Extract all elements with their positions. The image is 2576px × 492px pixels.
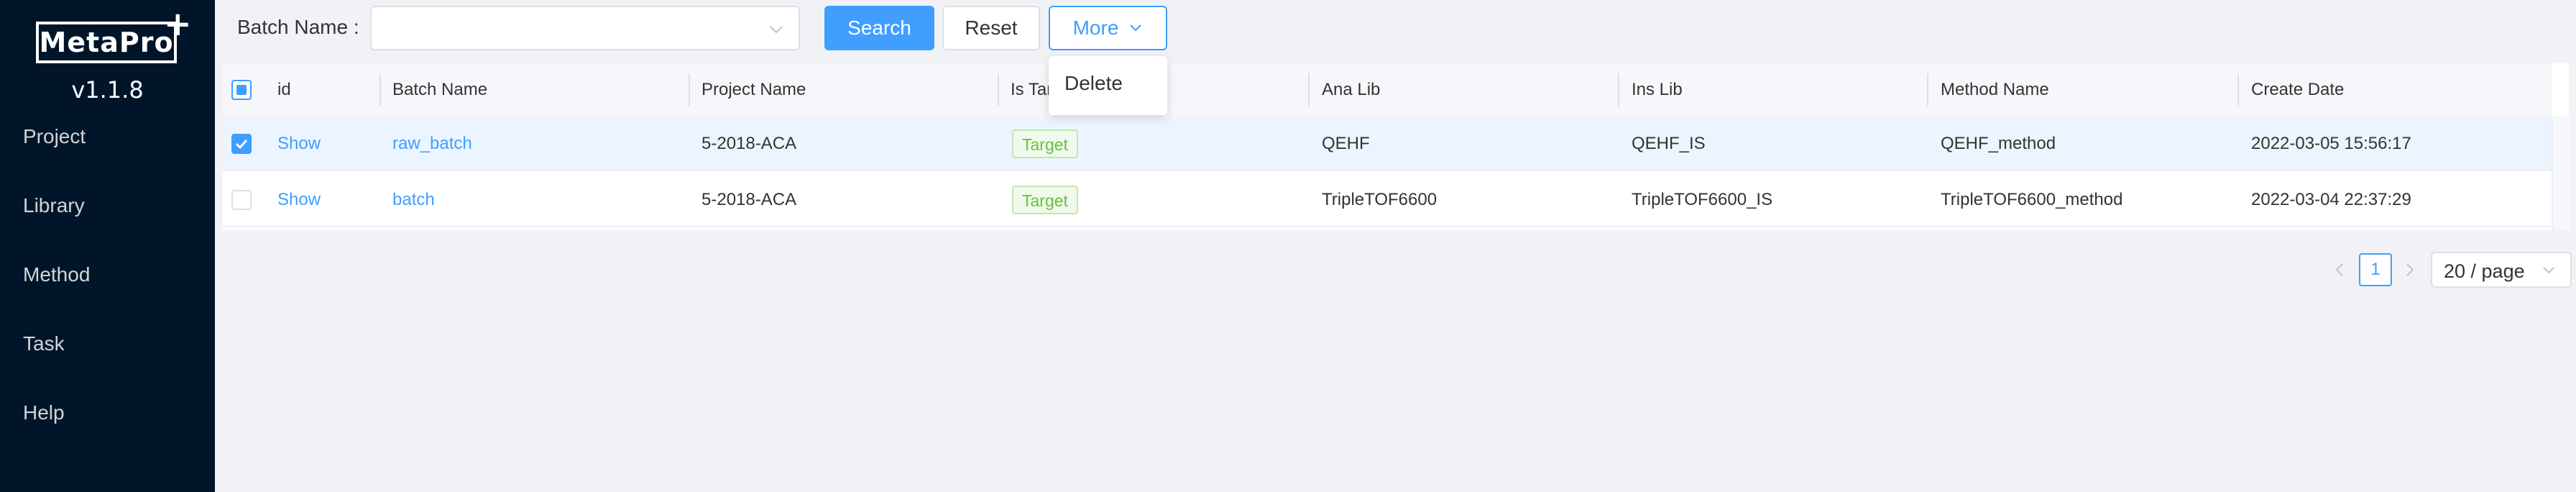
- create-date-cell: 2022-03-04 22:37:29: [2251, 190, 2411, 209]
- sidebar-item-method[interactable]: Method: [23, 263, 90, 286]
- column-header-method-name: Method Name: [1941, 80, 2049, 99]
- more-button[interactable]: More: [1049, 6, 1167, 50]
- more-dropdown-menu: Delete: [1049, 56, 1167, 115]
- page-size-value: 20 / page: [2444, 260, 2525, 282]
- ins-lib-cell: QEHF_IS: [1632, 134, 1706, 153]
- column-header-ana-lib: Ana Lib: [1322, 80, 1381, 99]
- column-header-id: id: [277, 80, 291, 99]
- page-number-button[interactable]: 1: [2359, 253, 2392, 286]
- app-logo: MetaPro: [36, 22, 177, 63]
- row-checkbox[interactable]: [231, 134, 252, 154]
- page-size-select[interactable]: 20 / page: [2431, 252, 2572, 288]
- row-checkbox[interactable]: [231, 190, 252, 210]
- table-scrollbar[interactable]: [2552, 117, 2570, 230]
- column-header-ins-lib: Ins Lib: [1632, 80, 1683, 99]
- column-divider: [689, 73, 690, 106]
- sidebar: MetaPro + v1.1.8 Project Library Method …: [0, 0, 215, 492]
- chevron-left-icon[interactable]: [2333, 262, 2346, 278]
- column-header-create-date: Create Date: [2251, 80, 2345, 99]
- sidebar-item-task[interactable]: Task: [23, 332, 65, 355]
- create-date-cell: 2022-03-05 15:56:17: [2251, 134, 2411, 153]
- delete-menu-item[interactable]: Delete: [1064, 72, 1123, 95]
- batch-name-link[interactable]: raw_batch: [392, 117, 472, 171]
- chevron-down-icon: [2543, 267, 2554, 274]
- batch-name-select[interactable]: [370, 6, 800, 50]
- target-tag: Target: [1012, 129, 1078, 158]
- project-name-cell: 5-2018-ACA: [702, 134, 797, 153]
- table-row[interactable]: Show batch 5-2018-ACA Target TripleTOF66…: [223, 173, 2552, 227]
- logo-plus: +: [164, 4, 192, 43]
- show-link[interactable]: Show: [277, 117, 321, 171]
- column-divider: [1618, 73, 1619, 106]
- reset-button[interactable]: Reset: [942, 6, 1040, 50]
- chevron-down-icon: [770, 26, 783, 34]
- project-name-cell: 5-2018-ACA: [702, 190, 797, 209]
- column-divider: [2237, 73, 2239, 106]
- sidebar-item-help[interactable]: Help: [23, 401, 65, 424]
- search-button[interactable]: Search: [824, 6, 934, 50]
- ana-lib-cell: TripleTOF6600: [1322, 190, 1438, 209]
- column-header-batch-name: Batch Name: [392, 80, 488, 99]
- batch-name-label: Batch Name :: [237, 16, 359, 38]
- table-header: id Batch Name Project Name Is Target Ana…: [223, 63, 2552, 118]
- target-tag: Target: [1012, 186, 1078, 214]
- table-row[interactable]: Show raw_batch 5-2018-ACA Target QEHF QE…: [223, 117, 2552, 171]
- chevron-down-icon: [1130, 24, 1142, 32]
- ana-lib-cell: QEHF: [1322, 134, 1370, 153]
- show-link[interactable]: Show: [277, 173, 321, 227]
- check-icon: [235, 139, 248, 150]
- select-all-checkbox[interactable]: [231, 80, 252, 100]
- method-name-cell: QEHF_method: [1941, 134, 2056, 153]
- batch-name-link[interactable]: batch: [392, 173, 435, 227]
- method-name-cell: TripleTOF6600_method: [1941, 190, 2123, 209]
- app-version: v1.1.8: [71, 76, 144, 104]
- column-header-project-name: Project Name: [702, 80, 806, 99]
- column-divider: [380, 73, 381, 106]
- batch-table: id Batch Name Project Name Is Target Ana…: [223, 63, 2570, 230]
- ins-lib-cell: TripleTOF6600_IS: [1632, 190, 1773, 209]
- column-divider: [1308, 73, 1310, 106]
- sidebar-item-library[interactable]: Library: [23, 194, 85, 217]
- sidebar-item-project[interactable]: Project: [23, 125, 86, 148]
- chevron-right-icon[interactable]: [2404, 262, 2416, 278]
- column-divider: [1927, 73, 1928, 106]
- logo-text: MetaPro: [39, 27, 174, 58]
- batch-name-input[interactable]: [383, 7, 760, 49]
- column-divider: [998, 73, 999, 106]
- more-button-label: More: [1072, 17, 1119, 39]
